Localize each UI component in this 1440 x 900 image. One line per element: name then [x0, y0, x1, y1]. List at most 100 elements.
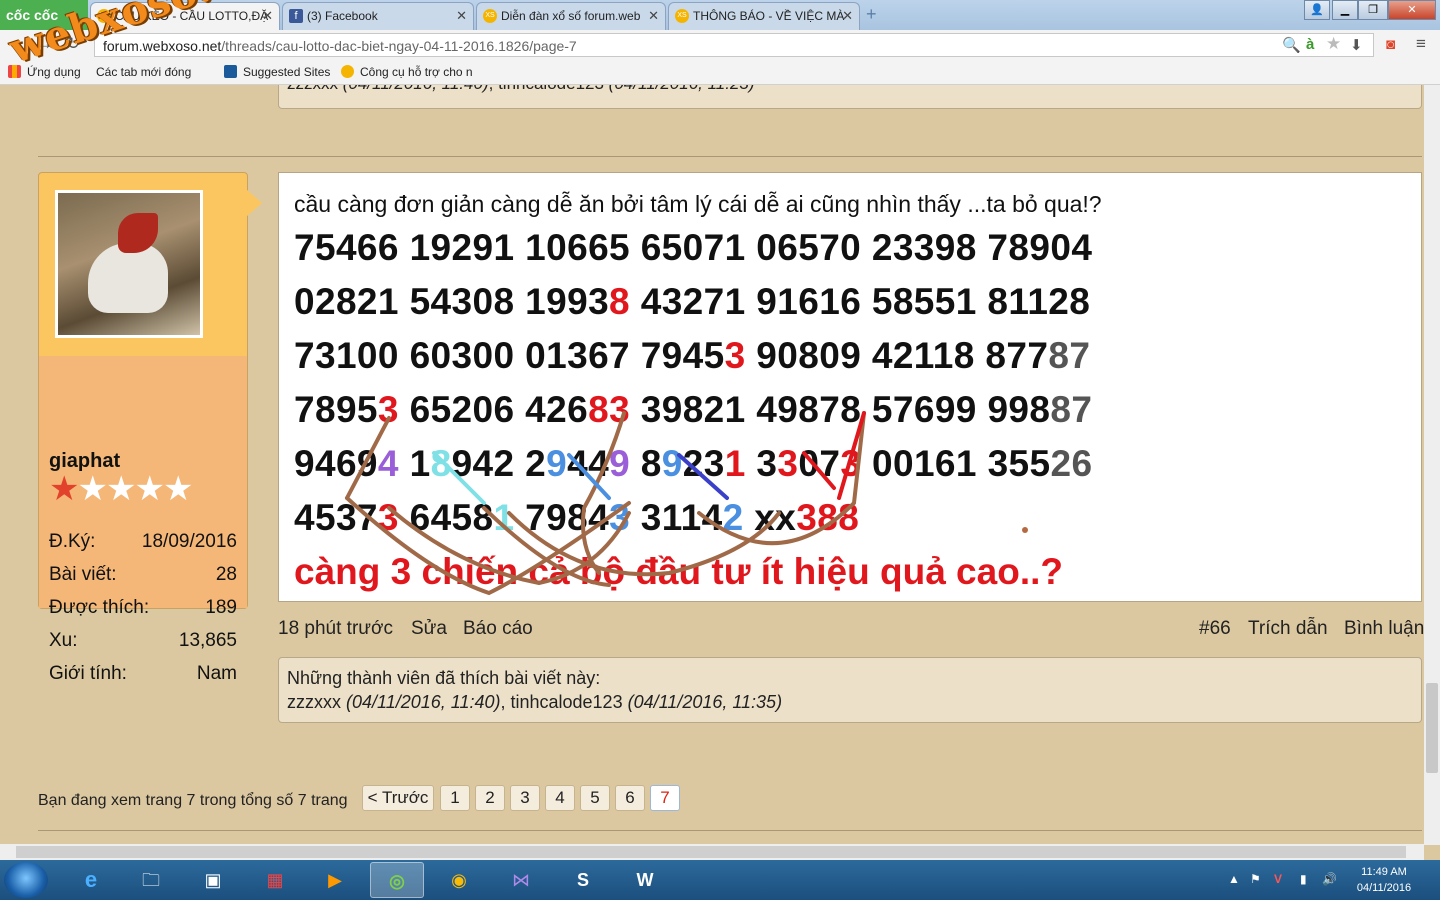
tab-forum[interactable]: XS Diễn đàn xổ số forum.web ✕: [476, 2, 666, 30]
star-filled-icon: ★: [49, 470, 80, 508]
comment-link[interactable]: Bình luận: [1344, 618, 1424, 640]
close-tab-icon[interactable]: ✕: [456, 3, 467, 29]
like-time: (04/11/2016, 11:40): [343, 85, 489, 93]
tab-thong-bao[interactable]: XS THÔNG BÁO - VỀ VIỆC MÀ ✕: [668, 2, 860, 30]
bookmark-closed-tabs[interactable]: Các tab mới đóng: [96, 65, 191, 79]
file-explorer-icon[interactable]: 🗀: [124, 862, 178, 898]
stat-posts: Bài viết: 28: [49, 564, 237, 585]
edit-link[interactable]: Sửa: [411, 618, 447, 640]
system-clock[interactable]: 11:49 AM 04/11/2016: [1352, 864, 1416, 896]
internet-explorer-icon[interactable]: e: [64, 862, 118, 898]
page-button[interactable]: 3: [510, 785, 540, 811]
avatar[interactable]: [55, 190, 203, 338]
page-button[interactable]: 6: [615, 785, 645, 811]
author-pointer-arrow: [246, 189, 262, 217]
star-empty-icon: ★: [77, 470, 108, 508]
url-path: /threads/cau-lotto-dac-biet-ngay-04-11-2…: [221, 38, 577, 54]
xs-favicon-icon: XS: [675, 9, 689, 23]
stat-coins: Xu: 13,865: [49, 630, 237, 651]
user-icon[interactable]: 👤: [1304, 0, 1330, 20]
bookmark-suggested-sites[interactable]: Suggested Sites: [224, 65, 330, 79]
word-icon[interactable]: W: [618, 862, 672, 898]
media-player-icon[interactable]: ▶: [308, 862, 362, 898]
url-host: forum.webxoso.net: [103, 38, 222, 54]
photo-app-icon[interactable]: ▣: [186, 862, 240, 898]
rating-stars: ★★★★★: [49, 469, 194, 509]
xs-favicon-icon: XS: [483, 9, 497, 23]
post-number-link[interactable]: #66: [1199, 618, 1231, 640]
bookmarks-bar: Ứng dụng Các tab mới đóng Suggested Site…: [0, 60, 1440, 85]
page-button[interactable]: 1: [440, 785, 470, 811]
likes-heading: Những thành viên đã thích bài viết này:: [287, 668, 601, 688]
divider: [38, 830, 1422, 831]
menu-icon[interactable]: ≡: [1416, 34, 1426, 54]
like-user[interactable]: tinhcalode123: [510, 692, 622, 712]
like-time: (04/11/2016, 11:35): [627, 692, 783, 712]
clock-date: 04/11/2016: [1356, 882, 1412, 894]
volume-icon[interactable]: 🔊: [1322, 872, 1337, 886]
quote-link[interactable]: Trích dẫn: [1248, 618, 1328, 640]
like-time: (04/11/2016, 11:23): [609, 85, 755, 93]
hand-drawn-annotation-lines: [345, 411, 1028, 596]
start-button[interactable]: [4, 862, 48, 898]
page-button[interactable]: 2: [475, 785, 505, 811]
page-button[interactable]: 4: [545, 785, 575, 811]
current-page-button[interactable]: 7: [650, 785, 680, 811]
chrome-icon[interactable]: ◉: [432, 862, 486, 898]
page-button[interactable]: 5: [580, 785, 610, 811]
report-link[interactable]: Báo cáo: [463, 618, 533, 640]
scrollbar-thumb[interactable]: [16, 846, 1406, 858]
vietnamese-input-icon[interactable]: à: [1306, 36, 1314, 53]
close-tab-icon[interactable]: ✕: [262, 3, 273, 29]
tab-label: THÔNG BÁO - VỀ VIỆC MÀ: [693, 9, 845, 23]
post-message: cầu càng đơn giản càng dễ ăn bởi tâm lý …: [278, 172, 1422, 602]
post-likes-box: Những thành viên đã thích bài viết này: …: [278, 657, 1422, 723]
stat-likes: Được thích: 189: [49, 597, 237, 618]
stat-gender: Giới tính: Nam: [49, 663, 237, 684]
horizontal-scrollbar[interactable]: [0, 844, 1424, 860]
minimize-icon[interactable]: ▁: [1332, 0, 1358, 20]
page-content: zzzxxx (04/11/2016, 11:40), tinhcalode12…: [0, 85, 1440, 860]
stat-joined: Đ.Ký: 18/09/2016: [49, 531, 237, 552]
author-info-card: giaphat ★★★★★ Đ.Ký: 18/09/2016 Bài viết: 2…: [38, 172, 248, 684]
star-bookmark-icon[interactable]: ★: [1326, 34, 1341, 54]
coccoc-browser-icon[interactable]: ◎: [370, 862, 424, 898]
post-age[interactable]: 18 phút trước: [278, 618, 393, 640]
post-footer: 18 phút trước Sửa Báo cáo #66 Trích dẫn …: [278, 615, 1424, 643]
maximize-icon[interactable]: ❐: [1358, 0, 1388, 20]
show-hidden-icons-icon[interactable]: ▲: [1228, 872, 1240, 886]
page-status-text: Bạn đang xem trang 7 trong tổng số 7 tra…: [38, 792, 348, 809]
skype-icon[interactable]: S: [556, 862, 610, 898]
action-center-icon[interactable]: ⚑: [1250, 872, 1261, 886]
scrollbar-thumb[interactable]: [1426, 683, 1438, 773]
close-tab-icon[interactable]: ✕: [648, 3, 659, 29]
like-user[interactable]: zzzxxx: [287, 692, 341, 712]
star-empty-icon: ★: [162, 470, 194, 508]
bookmark-tools[interactable]: Công cụ hỗ trợ cho n: [341, 65, 473, 79]
bing-icon: [224, 65, 237, 78]
download-icon[interactable]: ⬇: [1350, 36, 1363, 54]
tab-facebook[interactable]: f (3) Facebook ✕: [282, 2, 474, 30]
network-icon[interactable]: ▮: [1300, 872, 1307, 886]
clock-time: 11:49 AM: [1361, 866, 1407, 878]
mahjong-app-icon[interactable]: ▦: [248, 862, 302, 898]
previous-likes-box: zzzxxx (04/11/2016, 11:40), tinhcalode12…: [278, 85, 1422, 109]
xs-favicon-icon: [341, 65, 354, 78]
address-bar[interactable]: forum.webxoso.net/threads/cau-lotto-dac-…: [94, 33, 1374, 57]
close-window-icon[interactable]: ✕: [1388, 0, 1436, 20]
visual-studio-icon[interactable]: ⋈: [494, 862, 548, 898]
tab-label: Diễn đàn xổ số forum.web: [501, 9, 641, 23]
new-tab-icon[interactable]: +: [866, 4, 877, 25]
star-empty-icon: ★: [134, 470, 165, 508]
antivirus-icon[interactable]: V: [1274, 872, 1282, 886]
prev-page-button[interactable]: < Trước: [362, 785, 434, 811]
star-empty-icon: ★: [105, 470, 137, 508]
extension-icon[interactable]: ◙: [1386, 36, 1395, 53]
close-tab-icon[interactable]: ✕: [842, 3, 853, 29]
tab-label: (3) Facebook: [307, 9, 378, 23]
zoom-icon[interactable]: 🔍: [1282, 36, 1301, 54]
vertical-scrollbar[interactable]: [1424, 85, 1440, 845]
like-time: (04/11/2016, 11:40): [346, 692, 501, 712]
like-user[interactable]: tinhcalode123: [498, 85, 604, 93]
like-user[interactable]: zzzxxx: [287, 85, 338, 93]
